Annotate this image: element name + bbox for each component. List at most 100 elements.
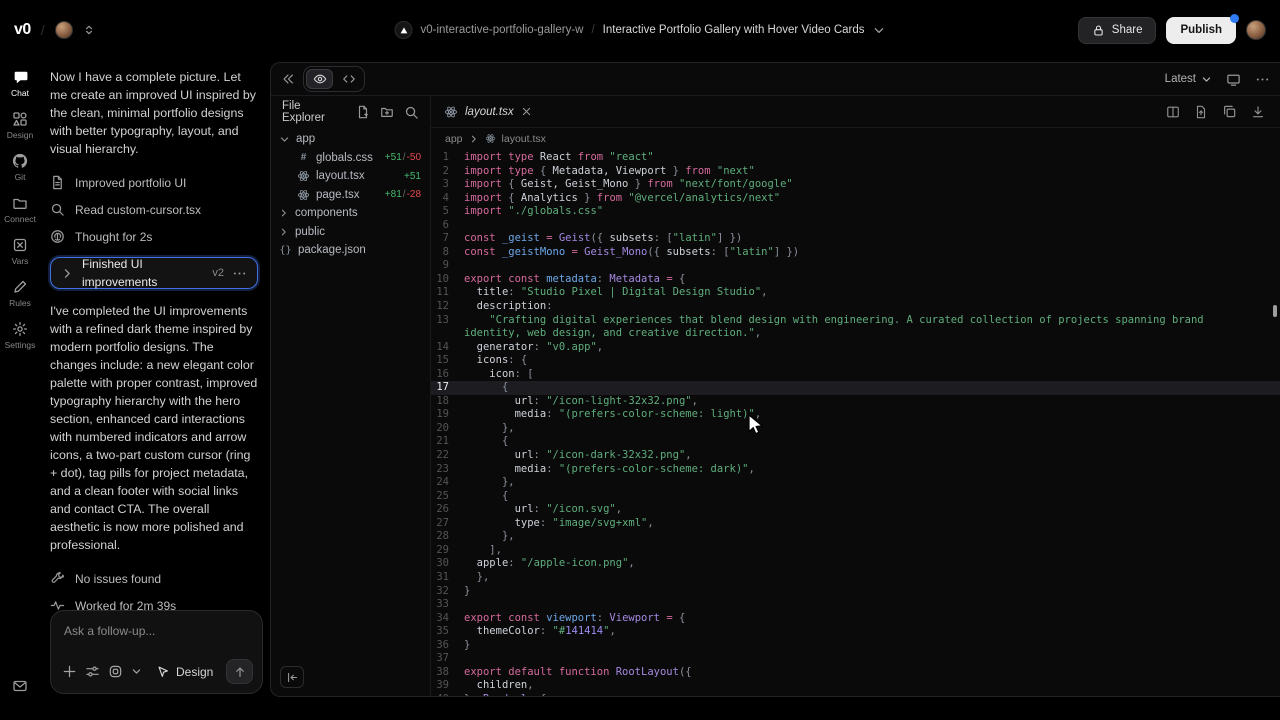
tree-item-globals.css[interactable]: #globals.css+51/-50 (271, 149, 430, 168)
send-button[interactable] (226, 659, 253, 684)
followup-input[interactable] (64, 624, 249, 638)
input-toolbar: Design (62, 659, 253, 684)
code-line-29: 29 ], (431, 544, 1280, 558)
code-line-38: 38export default function RootLayout({ (431, 666, 1280, 680)
chevron-down-icon[interactable] (131, 666, 142, 677)
tree-item-page.tsx[interactable]: page.tsx+81/-28 (271, 186, 430, 205)
design-mode-button[interactable]: Design (156, 663, 213, 681)
rail-item-chat[interactable]: Chat (11, 68, 29, 98)
breadcrumb-project[interactable]: v0-interactive-portfolio-gallery-w (420, 24, 583, 36)
git-icon (12, 153, 28, 169)
publish-button[interactable]: Publish (1166, 17, 1236, 44)
tab-bar: layout.tsx (431, 96, 1280, 128)
step-item[interactable]: Read custom-cursor.tsx (50, 196, 258, 223)
connect-icon (12, 195, 28, 211)
file-explorer: File Explorer app #globals.css+51/-50 la… (271, 96, 431, 696)
code-line-10: 10export const metadata: Metadata = { (431, 273, 1280, 287)
code-line-30: 30 apple: "/apple-icon.png", (431, 557, 1280, 571)
split-view-icon[interactable] (1166, 105, 1180, 119)
tree-item-package.json[interactable]: {}package.json (271, 241, 430, 260)
rail-item-vars[interactable]: Vars (12, 237, 29, 266)
left-rail: Chat Design Git Connect Vars Rules Setti… (0, 60, 40, 720)
code-editor[interactable]: 1import type React from "react" 2import … (431, 149, 1280, 696)
tree-item-app[interactable]: app (271, 130, 430, 149)
code-line-25: 25 { (431, 490, 1280, 504)
editor-panel: Latest File Explorer app #globals.css+51… (270, 62, 1280, 697)
chevron-down-icon[interactable] (873, 24, 886, 37)
code-toggle-button[interactable] (335, 69, 362, 89)
rail-item-design[interactable]: Design (7, 111, 33, 140)
rail-item-connect[interactable]: Connect (4, 195, 36, 224)
editor-body: File Explorer app #globals.css+51/-50 la… (271, 96, 1280, 696)
code-column: layout.tsx app layout.tsx 1import type R… (431, 96, 1280, 696)
tree-item-layout.tsx[interactable]: layout.tsx+51 (271, 167, 430, 186)
chat-input-box[interactable]: Design (50, 610, 263, 694)
new-file-icon[interactable] (356, 105, 370, 119)
share-button[interactable]: Share (1078, 17, 1157, 44)
collapse-panel-icon[interactable] (281, 72, 295, 86)
tab-layout-tsx[interactable]: layout.tsx (431, 96, 545, 127)
scrollbar-thumb[interactable] (1273, 305, 1277, 317)
workspace-switcher-icon[interactable] (83, 24, 95, 36)
code-line-27: 27 type: "image/svg+xml", (431, 517, 1280, 531)
code-line-18: 18 url: "/icon-light-32x32.png", (431, 395, 1280, 409)
rail-item-settings[interactable]: Settings (5, 321, 36, 350)
workspace-avatar[interactable] (55, 21, 73, 39)
download-icon[interactable] (1251, 105, 1265, 119)
user-avatar[interactable] (1246, 20, 1266, 40)
more-options-icon[interactable] (232, 266, 247, 281)
step-item[interactable]: No issues found (50, 565, 258, 592)
chevron-down-icon (279, 134, 290, 145)
tree-item-public[interactable]: public (271, 223, 430, 242)
step-item[interactable]: Thought for 2s (50, 223, 258, 250)
version-card[interactable]: Finished UI improvements v2 (50, 257, 258, 289)
device-preview-icon[interactable] (1226, 72, 1241, 87)
file-explorer-title: File Explorer (282, 100, 346, 124)
add-attachment-icon[interactable] (62, 664, 77, 679)
vars-icon (12, 237, 28, 253)
copy-icon[interactable] (1222, 104, 1237, 119)
breadcrumb-chat-title[interactable]: Interactive Portfolio Gallery with Hover… (603, 24, 865, 36)
code-line-2: 2import type { Metadata, Viewport } from… (431, 165, 1280, 179)
code-line-23: 23 media: "(prefers-color-scheme: dark)"… (431, 463, 1280, 477)
task-steps: Improved portfolio UIRead custom-cursor.… (50, 169, 258, 250)
vercel-project-icon[interactable] (394, 21, 412, 39)
code-line-7: 7const _geist = Geist({ subsets: ["latin… (431, 232, 1280, 246)
new-folder-icon[interactable] (380, 105, 394, 119)
assistant-message: I've completed the UI improvements with … (50, 302, 258, 554)
mail-icon[interactable] (12, 678, 28, 694)
lock-icon (1092, 24, 1105, 37)
step-item[interactable]: Improved portfolio UI (50, 169, 258, 196)
react-file-icon (297, 169, 310, 183)
code-line-28: 28 }, (431, 530, 1280, 544)
json-file-icon: {} (279, 245, 292, 256)
wrench-icon (50, 571, 65, 586)
project-breadcrumb: v0-interactive-portfolio-gallery-w / Int… (394, 21, 885, 39)
version-selector[interactable]: Latest (1165, 73, 1212, 85)
rail-item-rules[interactable]: Rules (9, 279, 31, 308)
collapse-sidebar-button[interactable] (280, 666, 304, 688)
rail-item-git[interactable]: Git (12, 153, 28, 182)
settings-sliders-icon[interactable] (85, 664, 100, 679)
close-tab-icon[interactable] (521, 106, 532, 117)
tree-item-components[interactable]: components (271, 204, 430, 223)
settings-icon (12, 321, 28, 337)
breadcrumb-folder[interactable]: app (445, 133, 463, 145)
design-icon (12, 111, 28, 127)
more-options-icon[interactable] (1255, 72, 1270, 87)
file-tree: app #globals.css+51/-50 layout.tsx+51 pa… (271, 128, 430, 658)
diff-stats: +51/-50 (385, 152, 421, 163)
topbar-right: Share Publish (1078, 17, 1266, 44)
explorer-footer (271, 658, 430, 696)
breadcrumb-file[interactable]: layout.tsx (502, 133, 546, 145)
version-card-label: Finished UI improvements (82, 255, 204, 291)
preview-toggle-button[interactable] (306, 69, 333, 89)
model-picker-icon[interactable] (108, 664, 123, 679)
v0-logo[interactable]: v0 (14, 21, 31, 39)
view-toggle (303, 66, 365, 92)
react-file-icon (297, 188, 310, 202)
code-line-40: 40}: Readonly<{ (431, 693, 1280, 696)
chevron-right-icon (279, 208, 289, 218)
export-file-icon[interactable] (1194, 105, 1208, 119)
search-icon[interactable] (404, 105, 419, 120)
